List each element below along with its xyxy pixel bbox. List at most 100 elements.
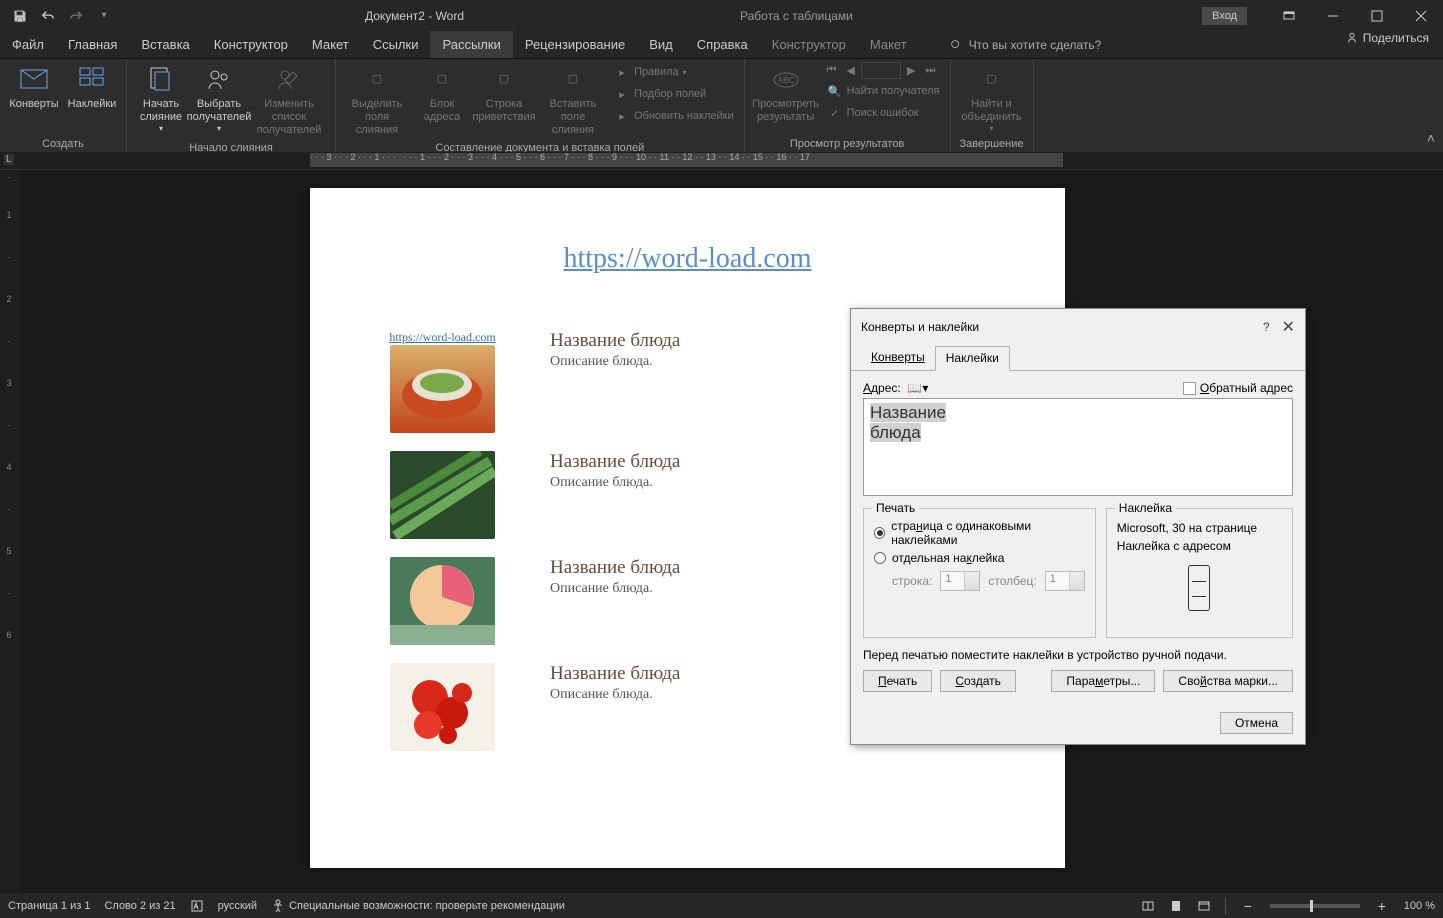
zoom-out-button[interactable]: − bbox=[1240, 898, 1256, 914]
zoom-slider[interactable] bbox=[1270, 904, 1360, 908]
maximize-button[interactable] bbox=[1355, 0, 1399, 31]
first-record-button: ⏮ bbox=[823, 62, 841, 79]
menu-design[interactable]: Конструктор bbox=[202, 31, 300, 58]
close-button[interactable] bbox=[1399, 0, 1443, 31]
ribbon-display-button[interactable] bbox=[1267, 0, 1311, 31]
recipients-icon bbox=[203, 64, 235, 96]
tellme-label: Что вы хотите сделать? bbox=[969, 38, 1102, 52]
radio-single-label[interactable]: отдельная наклейка bbox=[874, 551, 1085, 565]
tab-labels[interactable]: Наклейки bbox=[935, 346, 1010, 371]
menu-insert[interactable]: Вставка bbox=[129, 31, 201, 58]
last-record-button: ⏭ bbox=[921, 62, 939, 79]
zoom-level[interactable]: 100 % bbox=[1404, 900, 1435, 912]
close-dialog-button[interactable]: ✕ bbox=[1282, 317, 1295, 337]
ruler-vertical[interactable]: ·1·2·3·4·5·6 bbox=[0, 170, 20, 893]
start-merge-button[interactable]: Начать слияние▾ bbox=[133, 62, 189, 136]
share-button[interactable]: Поделиться bbox=[1345, 31, 1429, 45]
address-textarea[interactable]: Названиеблюда bbox=[863, 398, 1293, 496]
menu-table-design[interactable]: Конструктор bbox=[760, 31, 858, 58]
svg-text:ABC: ABC bbox=[777, 76, 794, 85]
rules-button: ▸Правила ▾ bbox=[610, 62, 738, 82]
menu-review[interactable]: Рецензирование bbox=[513, 31, 637, 58]
group-finish-label: Завершение bbox=[957, 136, 1027, 152]
share-label: Поделиться bbox=[1363, 31, 1429, 45]
edit-recipients-button: Изменить список получателей bbox=[249, 62, 329, 140]
greeting-icon: ▢ bbox=[488, 64, 520, 96]
page-status[interactable]: Страница 1 из 1 bbox=[8, 900, 90, 912]
web-layout-button[interactable] bbox=[1197, 899, 1211, 913]
word-count[interactable]: Слово 2 из 21 bbox=[104, 900, 175, 912]
finish-merge-button: ▢Найти и объединить▾ bbox=[957, 62, 1027, 136]
dialog-title: Конверты и наклейки bbox=[861, 320, 979, 334]
start-merge-icon bbox=[145, 64, 177, 96]
menu-view[interactable]: Вид bbox=[637, 31, 685, 58]
new-document-button[interactable]: Создать bbox=[940, 670, 1016, 692]
menu-layout[interactable]: Макет bbox=[300, 31, 361, 58]
col-spinner: 1 bbox=[1045, 571, 1085, 591]
language-status[interactable]: русский bbox=[218, 900, 257, 912]
match-icon: ▸ bbox=[614, 86, 630, 102]
help-button[interactable]: ? bbox=[1263, 320, 1270, 334]
print-layout-button[interactable] bbox=[1169, 899, 1183, 913]
collapse-ribbon-button[interactable]: ˄ bbox=[1427, 130, 1435, 146]
menu-references[interactable]: Ссылки bbox=[361, 31, 431, 58]
food-image bbox=[390, 557, 495, 645]
preview-icon: ABC bbox=[770, 64, 802, 96]
redo-button[interactable] bbox=[64, 4, 88, 28]
small-link[interactable]: https://word-load.com bbox=[389, 330, 495, 345]
print-button[interactable]: Печать bbox=[863, 670, 932, 692]
address-label: дрес: bbox=[871, 381, 901, 395]
menu-mailings[interactable]: Рассылки bbox=[430, 31, 512, 58]
print-legend: Печать bbox=[872, 501, 919, 515]
undo-button[interactable] bbox=[36, 4, 60, 28]
insert-field-button: ▢Вставить поле слияния bbox=[538, 62, 608, 140]
menu-home[interactable]: Главная bbox=[56, 31, 129, 58]
menu-table-layout[interactable]: Макет bbox=[858, 31, 919, 58]
label-legend: Наклейка bbox=[1115, 501, 1176, 515]
select-recipients-button[interactable]: Выбрать получателей▾ bbox=[191, 62, 247, 136]
group-preview-label: Просмотр результатов bbox=[751, 136, 944, 152]
main-link[interactable]: https://word-load.com bbox=[370, 243, 1005, 275]
envelopes-labels-dialog: Конверты и наклейки ? ✕ Конверты Наклейк… bbox=[850, 308, 1306, 745]
insert-field-icon: ▢ bbox=[557, 64, 589, 96]
save-button[interactable] bbox=[8, 4, 32, 28]
spellcheck-status[interactable] bbox=[190, 899, 204, 913]
cancel-button[interactable]: Отмена bbox=[1220, 712, 1293, 734]
read-mode-button[interactable] bbox=[1141, 899, 1155, 913]
menu-help[interactable]: Справка bbox=[685, 31, 760, 58]
document-title: Документ2 - Word bbox=[365, 9, 464, 23]
col-label: столбец: bbox=[988, 574, 1036, 588]
envelope-icon bbox=[18, 64, 50, 96]
return-address-checkbox[interactable]: Обратный адрес bbox=[1183, 381, 1293, 395]
match-fields-button: ▸Подбор полей bbox=[610, 84, 738, 104]
ruler-horizontal[interactable]: L · · · 3 · · · 2 · · · 1 · · · · · · 1 … bbox=[0, 152, 1443, 170]
prev-record-button: ◀ bbox=[843, 62, 859, 79]
tellme-search[interactable]: Что вы хотите сделать? bbox=[949, 31, 1102, 58]
tab-envelopes[interactable]: Конверты bbox=[861, 346, 935, 371]
login-button[interactable]: Вход bbox=[1202, 7, 1247, 25]
food-image bbox=[390, 451, 495, 539]
radio-icon bbox=[874, 552, 886, 564]
ruler-corner: L bbox=[4, 154, 14, 165]
addressbook-icon[interactable]: 📖▾ bbox=[907, 381, 928, 395]
zoom-in-button[interactable]: + bbox=[1374, 898, 1390, 914]
print-note: Перед печатью поместите наклейки в устро… bbox=[863, 648, 1293, 662]
minimize-button[interactable] bbox=[1311, 0, 1355, 31]
record-number bbox=[861, 62, 901, 79]
label-fieldset[interactable]: Наклейка Microsoft, 30 на странице Накле… bbox=[1106, 508, 1293, 638]
labels-button[interactable]: Наклейки bbox=[64, 62, 120, 113]
print-fieldset: Печать страница с одинаковыми наклейками… bbox=[863, 508, 1096, 638]
accessibility-status[interactable]: Специальные возможности: проверьте реком… bbox=[271, 899, 565, 913]
qat-customize[interactable]: ▾ bbox=[92, 4, 116, 28]
food-image bbox=[390, 663, 495, 751]
checkbox-icon bbox=[1183, 382, 1196, 395]
brand-properties-button[interactable]: Свойства марки... bbox=[1163, 670, 1293, 692]
nav-buttons: ⏮ ◀ ▶ ⏭ bbox=[823, 62, 944, 79]
update-icon: ▸ bbox=[614, 108, 630, 124]
envelopes-button[interactable]: Конверты bbox=[6, 62, 62, 113]
menu-file[interactable]: Файл bbox=[0, 31, 56, 58]
parameters-button[interactable]: Параметры... bbox=[1051, 670, 1155, 692]
menu-bar: Файл Главная Вставка Конструктор Макет С… bbox=[0, 31, 1443, 59]
update-labels-button: ▸Обновить наклейки bbox=[610, 106, 738, 126]
radio-full-page[interactable]: страница с одинаковыми наклейками bbox=[874, 519, 1085, 547]
